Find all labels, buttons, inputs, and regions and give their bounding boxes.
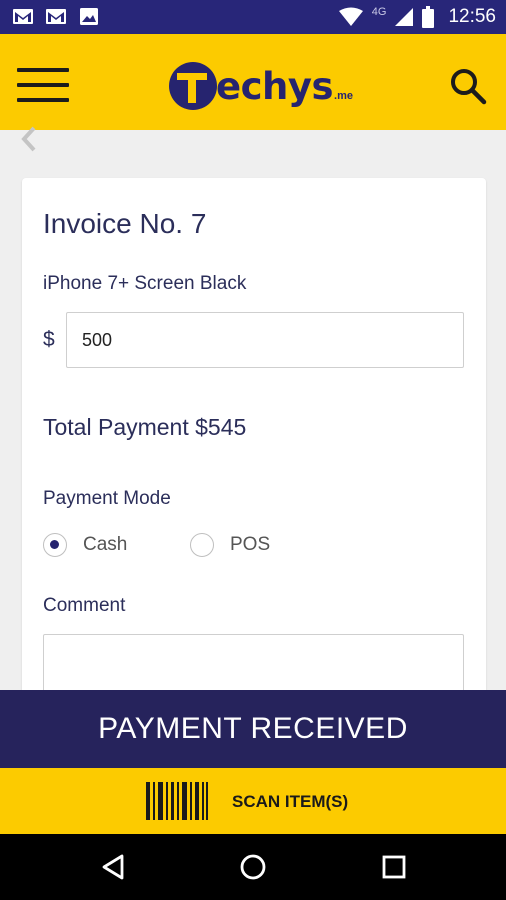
hamburger-line [17, 83, 69, 87]
scan-items-label: SCAN ITEM(S) [232, 792, 349, 811]
payment-received-button[interactable]: PAYMENT RECEIVED [0, 690, 506, 768]
comment-label: Comment [43, 595, 126, 616]
logo-text: echys [216, 64, 334, 108]
invoice-card: Invoice No. 7 iPhone 7+ Screen Black $ T… [22, 178, 486, 778]
app-bar: echys .me [0, 34, 506, 130]
image-icon [80, 8, 98, 25]
payment-option-pos[interactable]: POS [190, 533, 270, 557]
search-icon[interactable] [448, 66, 488, 106]
total-payment: Total Payment $545 [43, 414, 247, 440]
radio-unchecked-icon [190, 533, 214, 557]
cash-label: Cash [83, 534, 128, 555]
barcode-icon [146, 782, 208, 820]
payment-option-cash[interactable]: Cash [43, 533, 127, 557]
network-type: 4G [371, 6, 387, 18]
app-logo: echys .me [168, 60, 353, 112]
back-triangle-icon[interactable] [98, 851, 130, 883]
currency-symbol: $ [43, 328, 55, 351]
radio-checked-icon [43, 533, 67, 557]
home-circle-icon[interactable] [237, 851, 269, 883]
clock: 12:56 [448, 6, 496, 27]
menu-button[interactable] [17, 68, 69, 102]
scan-items-button[interactable]: SCAN ITEM(S) [0, 768, 506, 834]
hamburger-line [17, 98, 69, 102]
hamburger-icon [17, 68, 69, 72]
payment-mode-label: Payment Mode [43, 488, 171, 509]
back-chevron-icon[interactable] [18, 126, 44, 152]
signal-icon [395, 8, 414, 26]
recents-square-icon[interactable] [378, 851, 410, 883]
invoice-title: Invoice No. 7 [43, 208, 207, 239]
amount-input[interactable] [66, 312, 464, 368]
gmail-icon [13, 9, 33, 24]
pos-label: POS [230, 534, 271, 555]
status-bar: 4G 12:56 [0, 0, 506, 34]
product-name: iPhone 7+ Screen Black [43, 273, 247, 294]
system-nav-bar [0, 834, 506, 900]
gmail-icon [46, 9, 66, 24]
logo-tld: .me [334, 90, 353, 102]
battery-icon [422, 6, 435, 28]
logo-mark-icon [169, 62, 217, 110]
wifi-icon [338, 7, 363, 26]
